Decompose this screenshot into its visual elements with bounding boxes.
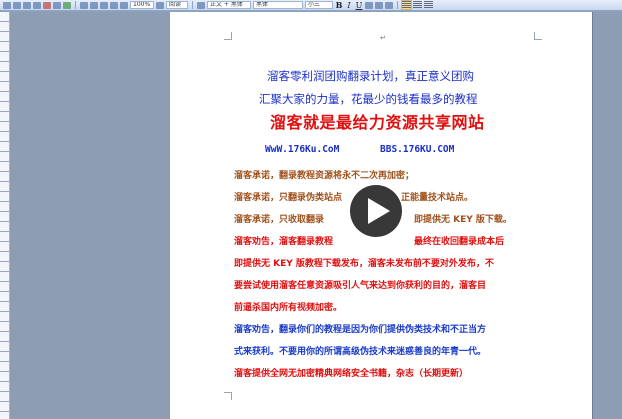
advice-1-line-1-tail: 最终在收回翻录成本后 (414, 237, 505, 247)
title-line-2: 汇聚大家的力量，花最少的钱看最多的教程 (259, 92, 478, 106)
print-icon[interactable] (33, 1, 41, 9)
left-gutter (10, 12, 170, 419)
align-left-button[interactable] (401, 0, 412, 10)
advice-1-line-4: 前逼杀国内所有视频加密。 (234, 303, 343, 313)
style-select[interactable]: 正文 + 黑体 (207, 1, 251, 9)
undo-icon[interactable] (80, 1, 88, 9)
right-gutter (592, 12, 622, 419)
toolbar: 100% 阅读 正文 + 黑体 黑体 小三 B I U (0, 0, 622, 11)
site-url[interactable]: WwW.176Ku.CoM (265, 145, 339, 155)
align-center-button[interactable] (413, 1, 422, 9)
advice-2-line-2: 式来获利。不要用你的所谓高级伪技术来迷惑善良的年青一代。 (234, 347, 487, 357)
styles-pane-icon[interactable] (197, 1, 205, 9)
font-size-select[interactable]: 小三 (305, 1, 333, 9)
bold-button[interactable]: B (335, 0, 343, 10)
read-mode-button[interactable]: 阅读 (166, 1, 188, 9)
play-icon (367, 198, 390, 224)
margin-corner-mark (224, 392, 232, 400)
drawing-icon[interactable] (120, 1, 128, 9)
spelling-icon[interactable] (63, 1, 71, 9)
save-icon[interactable] (23, 1, 31, 9)
permission-icon[interactable] (43, 1, 51, 9)
toolbar-separator (192, 1, 193, 9)
toolbar-separator (75, 1, 76, 9)
promise-1: 溜客承诺，翻录教程资源将永不二次再加密； (234, 171, 415, 181)
char-shading-icon[interactable] (385, 1, 393, 9)
vertical-ruler[interactable] (0, 12, 10, 419)
advice-1-line-1: 溜客劝告，溜客翻录教程 (234, 237, 334, 247)
italic-button[interactable]: I (345, 1, 353, 10)
margin-corner-mark (534, 32, 542, 40)
zoom-select[interactable]: 100% (130, 1, 154, 9)
advice-1-line-2: 即提供无 KEY 版教程下载发布，溜客未发布前不要对外发布，不 (234, 259, 494, 269)
title-line-1: 溜客零利润团购翻录计划，真正意义团购 (267, 69, 474, 83)
promise-3-start: 溜客承诺，只收取翻录 (234, 215, 325, 225)
font-select[interactable]: 黑体 (253, 1, 303, 9)
margin-corner-mark (224, 32, 232, 40)
advice-2-line-1: 溜客劝告，翻录你们的教程是因为你们提供伪类技术和不正当方 (234, 325, 487, 335)
align-right-button[interactable] (424, 1, 433, 9)
play-button[interactable] (350, 185, 402, 237)
columns-icon[interactable] (110, 1, 118, 9)
preview-icon[interactable] (53, 1, 61, 9)
help-icon[interactable] (156, 1, 164, 9)
promise-3-end: 即提供无 KEY 版下载。 (414, 215, 512, 225)
redo-icon[interactable] (90, 1, 98, 9)
open-icon[interactable] (13, 1, 21, 9)
promise-2-end: 正能量技术站点。 (401, 193, 474, 203)
promise-2-start: 溜客承诺，只翻录伪类站点 (234, 193, 343, 203)
footer-line: 溜客提供全网无加密精典网络安全书籍，杂志（长期更新） (234, 369, 469, 379)
toolbar-separator (397, 1, 398, 9)
char-border-icon[interactable] (375, 1, 383, 9)
underline-button[interactable]: U (355, 1, 363, 10)
advice-1-line-3: 要尝试使用溜客任意资源吸引人气来达到你获利的目的，溜客目 (234, 281, 487, 291)
paragraph-mark: ↵ (380, 34, 386, 42)
new-document-icon[interactable] (3, 1, 11, 9)
table-icon[interactable] (100, 1, 108, 9)
font-color-icon[interactable] (365, 1, 373, 9)
forum-url[interactable]: BBS.176KU.COM (380, 145, 454, 155)
headline: 溜客就是最给力资源共享网站 (270, 113, 485, 132)
